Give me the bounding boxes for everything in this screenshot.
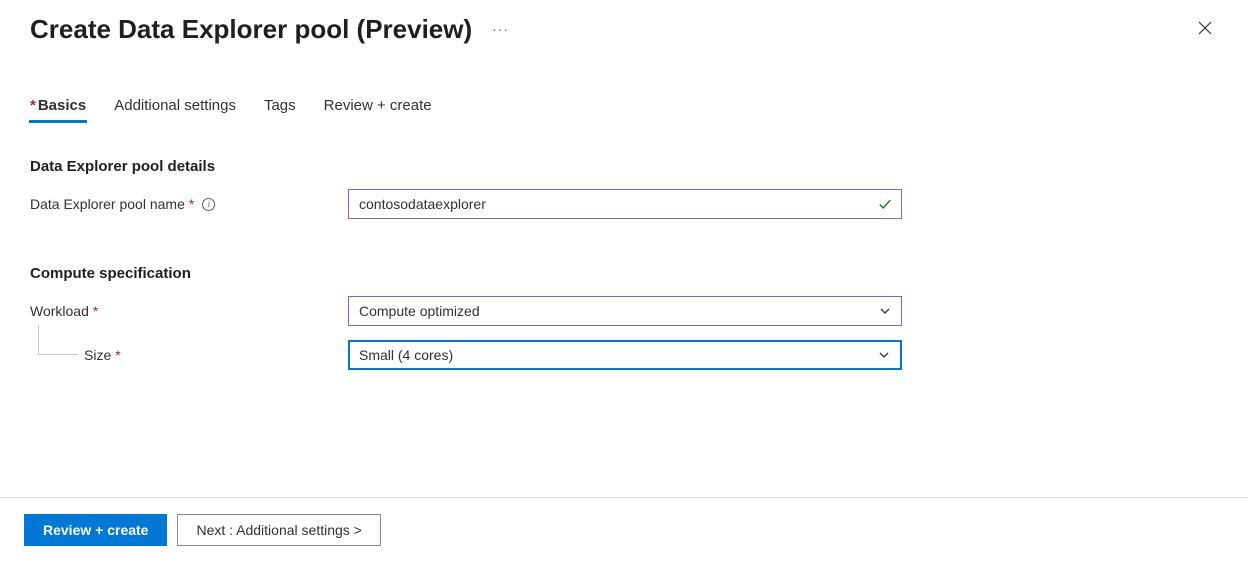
required-indicator: * xyxy=(30,97,36,114)
required-star: * xyxy=(93,303,98,319)
row-size: Size * Small (4 cores) xyxy=(30,340,1218,370)
tab-tags[interactable]: Tags xyxy=(264,97,296,122)
more-icon[interactable]: ··· xyxy=(492,21,509,39)
footer-bar: Review + create Next : Additional settin… xyxy=(0,497,1248,562)
dropdown-value: Small (4 cores) xyxy=(359,347,453,363)
panel-header: Create Data Explorer pool (Preview) ··· xyxy=(0,0,1248,53)
field-size: Small (4 cores) xyxy=(348,340,902,370)
info-icon[interactable]: i xyxy=(202,198,215,211)
label-text: Size xyxy=(84,347,111,363)
tab-label: Basics xyxy=(38,97,86,114)
label-size: Size * xyxy=(30,347,348,363)
header-left: Create Data Explorer pool (Preview) ··· xyxy=(30,14,509,45)
checkmark-icon xyxy=(878,197,892,211)
tab-bar: *Basics Additional settings Tags Review … xyxy=(0,53,1248,122)
next-button[interactable]: Next : Additional settings > xyxy=(177,514,380,546)
tab-basics[interactable]: *Basics xyxy=(30,97,86,122)
label-workload: Workload * xyxy=(30,303,348,319)
form-content: Data Explorer pool details Data Explorer… xyxy=(0,122,1248,370)
section-title-details: Data Explorer pool details xyxy=(30,158,1218,175)
chevron-down-icon xyxy=(878,349,890,361)
section-compute: Compute specification Workload * Compute… xyxy=(30,265,1218,370)
dropdown-value: Compute optimized xyxy=(359,303,480,319)
tab-label: Tags xyxy=(264,97,296,114)
tab-additional-settings[interactable]: Additional settings xyxy=(114,97,236,122)
page-title: Create Data Explorer pool (Preview) xyxy=(30,14,472,45)
required-star: * xyxy=(189,196,194,212)
row-workload: Workload * Compute optimized xyxy=(30,296,1218,326)
label-text: Data Explorer pool name xyxy=(30,196,185,212)
close-icon[interactable] xyxy=(1192,15,1218,45)
label-text: Workload xyxy=(30,303,89,319)
required-star: * xyxy=(115,347,120,363)
field-pool-name xyxy=(348,189,902,219)
review-create-button[interactable]: Review + create xyxy=(24,514,167,546)
label-pool-name: Data Explorer pool name * i xyxy=(30,196,348,212)
section-details: Data Explorer pool details Data Explorer… xyxy=(30,158,1218,219)
tab-review-create[interactable]: Review + create xyxy=(324,97,432,122)
pool-name-input[interactable] xyxy=(348,189,902,219)
tab-label: Review + create xyxy=(324,97,432,114)
size-dropdown[interactable]: Small (4 cores) xyxy=(348,340,902,370)
field-workload: Compute optimized xyxy=(348,296,902,326)
workload-dropdown[interactable]: Compute optimized xyxy=(348,296,902,326)
chevron-down-icon xyxy=(879,305,891,317)
tab-label: Additional settings xyxy=(114,97,236,114)
section-title-compute: Compute specification xyxy=(30,265,1218,282)
row-pool-name: Data Explorer pool name * i xyxy=(30,189,1218,219)
tree-connector xyxy=(38,325,78,355)
